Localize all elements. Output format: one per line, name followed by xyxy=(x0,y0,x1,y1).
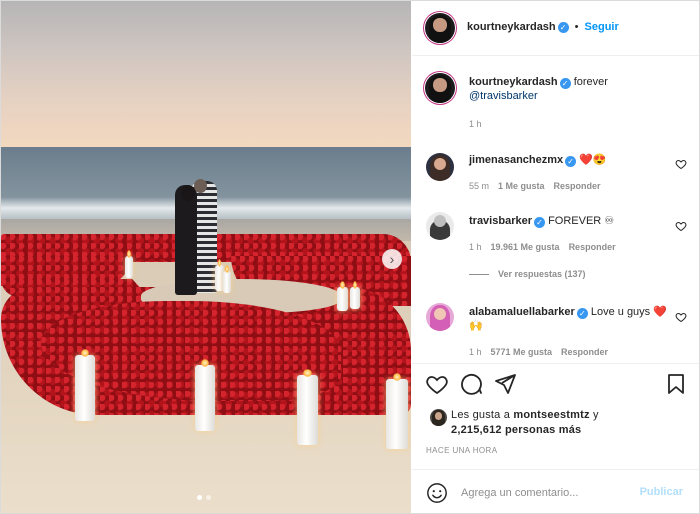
comment-likes[interactable]: 1 Me gusta xyxy=(498,181,545,191)
publish-button[interactable]: Publicar xyxy=(640,486,683,498)
caption-text: forever xyxy=(573,76,608,88)
candle xyxy=(125,250,133,278)
next-photo-button[interactable]: › xyxy=(382,249,402,269)
view-replies-label: Ver respuestas (137) xyxy=(498,269,586,279)
comment-username[interactable]: alabamaluellabarker xyxy=(469,306,575,318)
caption-meta: 1 h xyxy=(469,119,482,129)
candle xyxy=(297,369,318,445)
liker-avatar[interactable] xyxy=(430,409,447,426)
comment-time: 1 h xyxy=(469,242,482,252)
candle xyxy=(223,265,231,293)
comment-text: ❤️😍 xyxy=(579,154,607,166)
verified-icon: ✓ xyxy=(557,21,569,33)
verified-icon: ✓ xyxy=(565,156,577,167)
likes-count[interactable]: 2,215,612 personas más xyxy=(451,424,581,436)
candle xyxy=(337,281,348,311)
action-bar xyxy=(412,363,699,406)
commenter-avatar[interactable] xyxy=(426,153,454,181)
add-comment-bar: Publicar xyxy=(412,469,699,513)
likes-summary: Les gusta a montseestmtz y 2,215,612 per… xyxy=(428,405,688,447)
comment-likes[interactable]: 19.961 Me gusta xyxy=(491,242,560,252)
comment-text: FOREVER ♾ xyxy=(548,215,615,227)
view-replies-button[interactable]: Ver respuestas (137) xyxy=(469,269,586,279)
caption-mention[interactable]: @travisbarker xyxy=(469,90,538,102)
candle xyxy=(386,373,408,449)
post-modal: › kourtneykardash ✓ • Seguir kourtneykar… xyxy=(0,0,700,514)
post-header: kourtneykardash ✓ • Seguir xyxy=(412,1,699,56)
post-side-panel: kourtneykardash ✓ • Seguir kourtneykarda… xyxy=(412,1,699,513)
verified-icon: ✓ xyxy=(559,78,571,89)
follow-button[interactable]: Seguir xyxy=(585,21,619,33)
candle xyxy=(75,349,95,421)
commenter-avatar[interactable] xyxy=(426,303,454,331)
comment-meta: 1 h 5771 Me gusta Responder xyxy=(469,347,608,357)
candle xyxy=(350,281,360,309)
carousel-dot xyxy=(206,495,211,500)
heart-icon[interactable] xyxy=(675,158,687,170)
add-comment-input[interactable] xyxy=(459,482,623,504)
comment-username[interactable]: jimenasanchezmx xyxy=(469,154,563,166)
author-avatar[interactable] xyxy=(425,13,455,43)
comment-icon[interactable] xyxy=(459,372,483,396)
share-icon[interactable] xyxy=(493,372,517,396)
reply-button[interactable]: Responder xyxy=(561,347,608,357)
reply-button[interactable]: Responder xyxy=(569,242,616,252)
bookmark-icon[interactable] xyxy=(664,372,688,396)
comment-meta: 55 m 1 Me gusta Responder xyxy=(469,181,601,191)
chevron-right-icon: › xyxy=(389,251,395,267)
post-timestamp: HACE UNA HORA xyxy=(426,446,498,455)
liker-username[interactable]: montseestmtz xyxy=(513,409,589,421)
carousel-dots xyxy=(197,495,211,500)
comment-time: 1 h xyxy=(469,347,482,357)
commenter-avatar[interactable] xyxy=(426,212,454,240)
post-photo[interactable]: › xyxy=(1,1,411,513)
verified-icon: ✓ xyxy=(534,217,545,228)
heart-icon[interactable] xyxy=(675,220,687,232)
candle xyxy=(195,359,215,431)
author-username[interactable]: kourtneykardash xyxy=(467,21,556,33)
comment-likes[interactable]: 5771 Me gusta xyxy=(491,347,553,357)
caption-time: 1 h xyxy=(469,119,482,129)
heart-icon[interactable] xyxy=(675,311,687,323)
carousel-dot-active xyxy=(197,495,202,500)
likes-text[interactable]: Les gusta a montseestmtz y 2,215,612 per… xyxy=(451,408,599,438)
comment-time: 55 m xyxy=(469,181,490,191)
comment-meta: 1 h 19.961 Me gusta Responder xyxy=(469,242,616,252)
verified-icon: ✓ xyxy=(576,308,588,319)
separator-dot: • xyxy=(574,21,579,33)
reply-button[interactable]: Responder xyxy=(554,181,601,191)
sky xyxy=(1,1,411,147)
likes-prefix: Les gusta a xyxy=(451,409,514,421)
likes-suffix: y xyxy=(589,409,599,421)
comment-username[interactable]: travisbarker xyxy=(469,215,532,227)
heart-icon[interactable] xyxy=(425,372,449,396)
emoji-icon[interactable] xyxy=(426,482,448,504)
divider-line xyxy=(469,273,489,275)
author-avatar[interactable] xyxy=(425,73,455,103)
caption-username[interactable]: kourtneykardash xyxy=(469,76,558,88)
